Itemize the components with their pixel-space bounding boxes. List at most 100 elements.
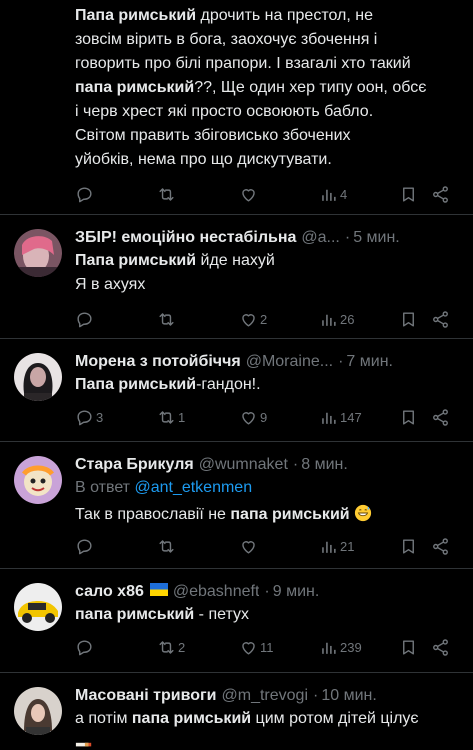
post-text: Папа римський-гандон!. (75, 376, 261, 393)
cigarette-emoji-icon (75, 742, 92, 747)
post-body: ЗБІР! емоційно нестабільна @a... · 5 мин… (75, 227, 459, 297)
post-actions: 4 (75, 182, 457, 206)
retweet-button[interactable]: 2 (157, 635, 185, 659)
bookmark-button[interactable] (399, 534, 418, 558)
avatar[interactable] (14, 583, 62, 631)
post-actions: 21 (75, 534, 457, 558)
user-handle[interactable]: @a... (301, 227, 339, 249)
bookmark-icon (403, 409, 414, 425)
reply-button[interactable] (75, 307, 96, 331)
views-button[interactable]: 4 (319, 182, 347, 206)
post[interactable]: сало x86 @ebashneft · 9 мин. папа римськ… (0, 569, 473, 673)
reply-button[interactable]: 3 (75, 405, 103, 429)
share-button[interactable] (431, 182, 450, 206)
bookmark-button[interactable] (399, 635, 418, 659)
share-icon (433, 408, 448, 426)
timestamp[interactable]: 8 мин. (301, 454, 348, 476)
post-text: Так в православії не папа римський (75, 503, 459, 527)
share-button[interactable] (431, 635, 450, 659)
reply-button[interactable] (75, 182, 96, 206)
retweet-button[interactable] (157, 534, 178, 558)
share-button[interactable] (431, 534, 450, 558)
separator-dot: · (292, 456, 299, 473)
post[interactable]: Папа римський дрочить на престол, не зов… (0, 0, 473, 215)
user-handle[interactable]: @ebashneft (173, 581, 260, 603)
reply-context: В ответ @ant_etkenmen (75, 479, 253, 496)
like-icon (242, 313, 255, 327)
timeline-feed: Папа римський дрочить на престол, не зов… (0, 0, 473, 750)
reply-icon (77, 311, 92, 327)
post[interactable]: Масовані тривоги @m_trevogi · 10 мин. а … (0, 673, 473, 750)
like-icon (242, 641, 255, 655)
retweet-button[interactable]: 1 (157, 405, 185, 429)
post-body: Стара Брикуля @wumnaket · 8 мин. В ответ… (75, 454, 459, 527)
bookmark-button[interactable] (399, 307, 418, 331)
timestamp[interactable]: 7 мин. (346, 351, 393, 373)
display-name[interactable]: Масовані тривоги (75, 685, 217, 707)
retweet-icon (159, 312, 174, 326)
bookmark-button[interactable] (399, 405, 418, 429)
share-button[interactable] (431, 405, 450, 429)
display-name[interactable]: сало x86 (75, 581, 144, 603)
views-button[interactable]: 21 (319, 534, 354, 558)
like-button[interactable]: 2 (239, 307, 267, 331)
bookmark-icon (403, 186, 414, 202)
post-actions: 2 11 239 (75, 635, 457, 659)
timestamp[interactable]: 9 мин. (273, 581, 320, 603)
views-icon (322, 314, 336, 326)
reply-mention-link[interactable]: @ant_etkenmen (134, 479, 252, 496)
views-button[interactable]: 26 (319, 307, 354, 331)
user-handle[interactable]: @Moraine... (246, 351, 333, 373)
share-icon (433, 537, 448, 555)
display-name[interactable]: Стара Брикуля (75, 454, 194, 476)
post-header: Морена з потойбіччя @Moraine... · 7 мин. (75, 351, 459, 373)
post[interactable]: Стара Брикуля @wumnaket · 8 мин. В ответ… (0, 442, 473, 569)
post[interactable]: ЗБІР! емоційно нестабільна @a... · 5 мин… (0, 215, 473, 339)
like-icon (242, 188, 255, 202)
post-text: папа римський - петух (75, 606, 249, 623)
avatar[interactable] (14, 353, 62, 401)
display-name[interactable]: ЗБІР! емоційно нестабільна (75, 227, 296, 249)
retweet-button[interactable] (157, 182, 178, 206)
avatar[interactable] (14, 229, 62, 277)
reply-button[interactable] (75, 635, 96, 659)
post-body: Папа римський дрочить на престол, не зов… (75, 4, 459, 172)
views-icon (322, 412, 336, 424)
views-button[interactable]: 239 (319, 635, 362, 659)
post-actions: 2 26 (75, 307, 457, 331)
post-header: ЗБІР! емоційно нестабільна @a... · 5 мин… (75, 227, 459, 249)
like-button[interactable]: 9 (239, 405, 267, 429)
retweet-button[interactable] (157, 307, 178, 331)
like-button[interactable] (239, 182, 260, 206)
retweet-icon (159, 187, 174, 201)
retweet-icon (159, 410, 174, 424)
share-button[interactable] (431, 307, 450, 331)
separator-dot: · (264, 583, 270, 600)
post-header: Масовані тривоги @m_trevogi · 10 мин. (75, 685, 459, 707)
reply-icon (77, 538, 92, 554)
user-handle[interactable]: @m_trevogi (222, 685, 309, 707)
views-icon (322, 541, 336, 553)
user-handle[interactable]: @wumnaket (199, 454, 288, 476)
retweet-icon (159, 640, 174, 654)
separator-dot: · (338, 353, 344, 370)
ukraine-flag-icon (149, 583, 168, 596)
post[interactable]: Морена з потойбіччя @Moraine... · 7 мин.… (0, 339, 473, 442)
avatar[interactable] (14, 456, 62, 504)
like-button[interactable] (239, 534, 260, 558)
bookmark-icon (403, 538, 414, 554)
timestamp[interactable]: 10 мин. (321, 685, 376, 707)
like-icon (242, 540, 255, 554)
grinning-sweat-emoji-icon (354, 504, 371, 522)
reply-button[interactable] (75, 534, 96, 558)
display-name[interactable]: Морена з потойбіччя (75, 351, 241, 373)
like-icon (242, 411, 255, 425)
avatar[interactable] (14, 687, 62, 735)
bookmark-icon (403, 639, 414, 655)
timestamp[interactable]: 5 мин. (353, 227, 400, 249)
separator-dot: · (344, 229, 351, 246)
like-button[interactable]: 11 (239, 635, 274, 659)
post-text: Папа римський дрочить на престол, не зов… (75, 7, 427, 168)
views-button[interactable]: 147 (319, 405, 362, 429)
bookmark-button[interactable] (399, 182, 418, 206)
